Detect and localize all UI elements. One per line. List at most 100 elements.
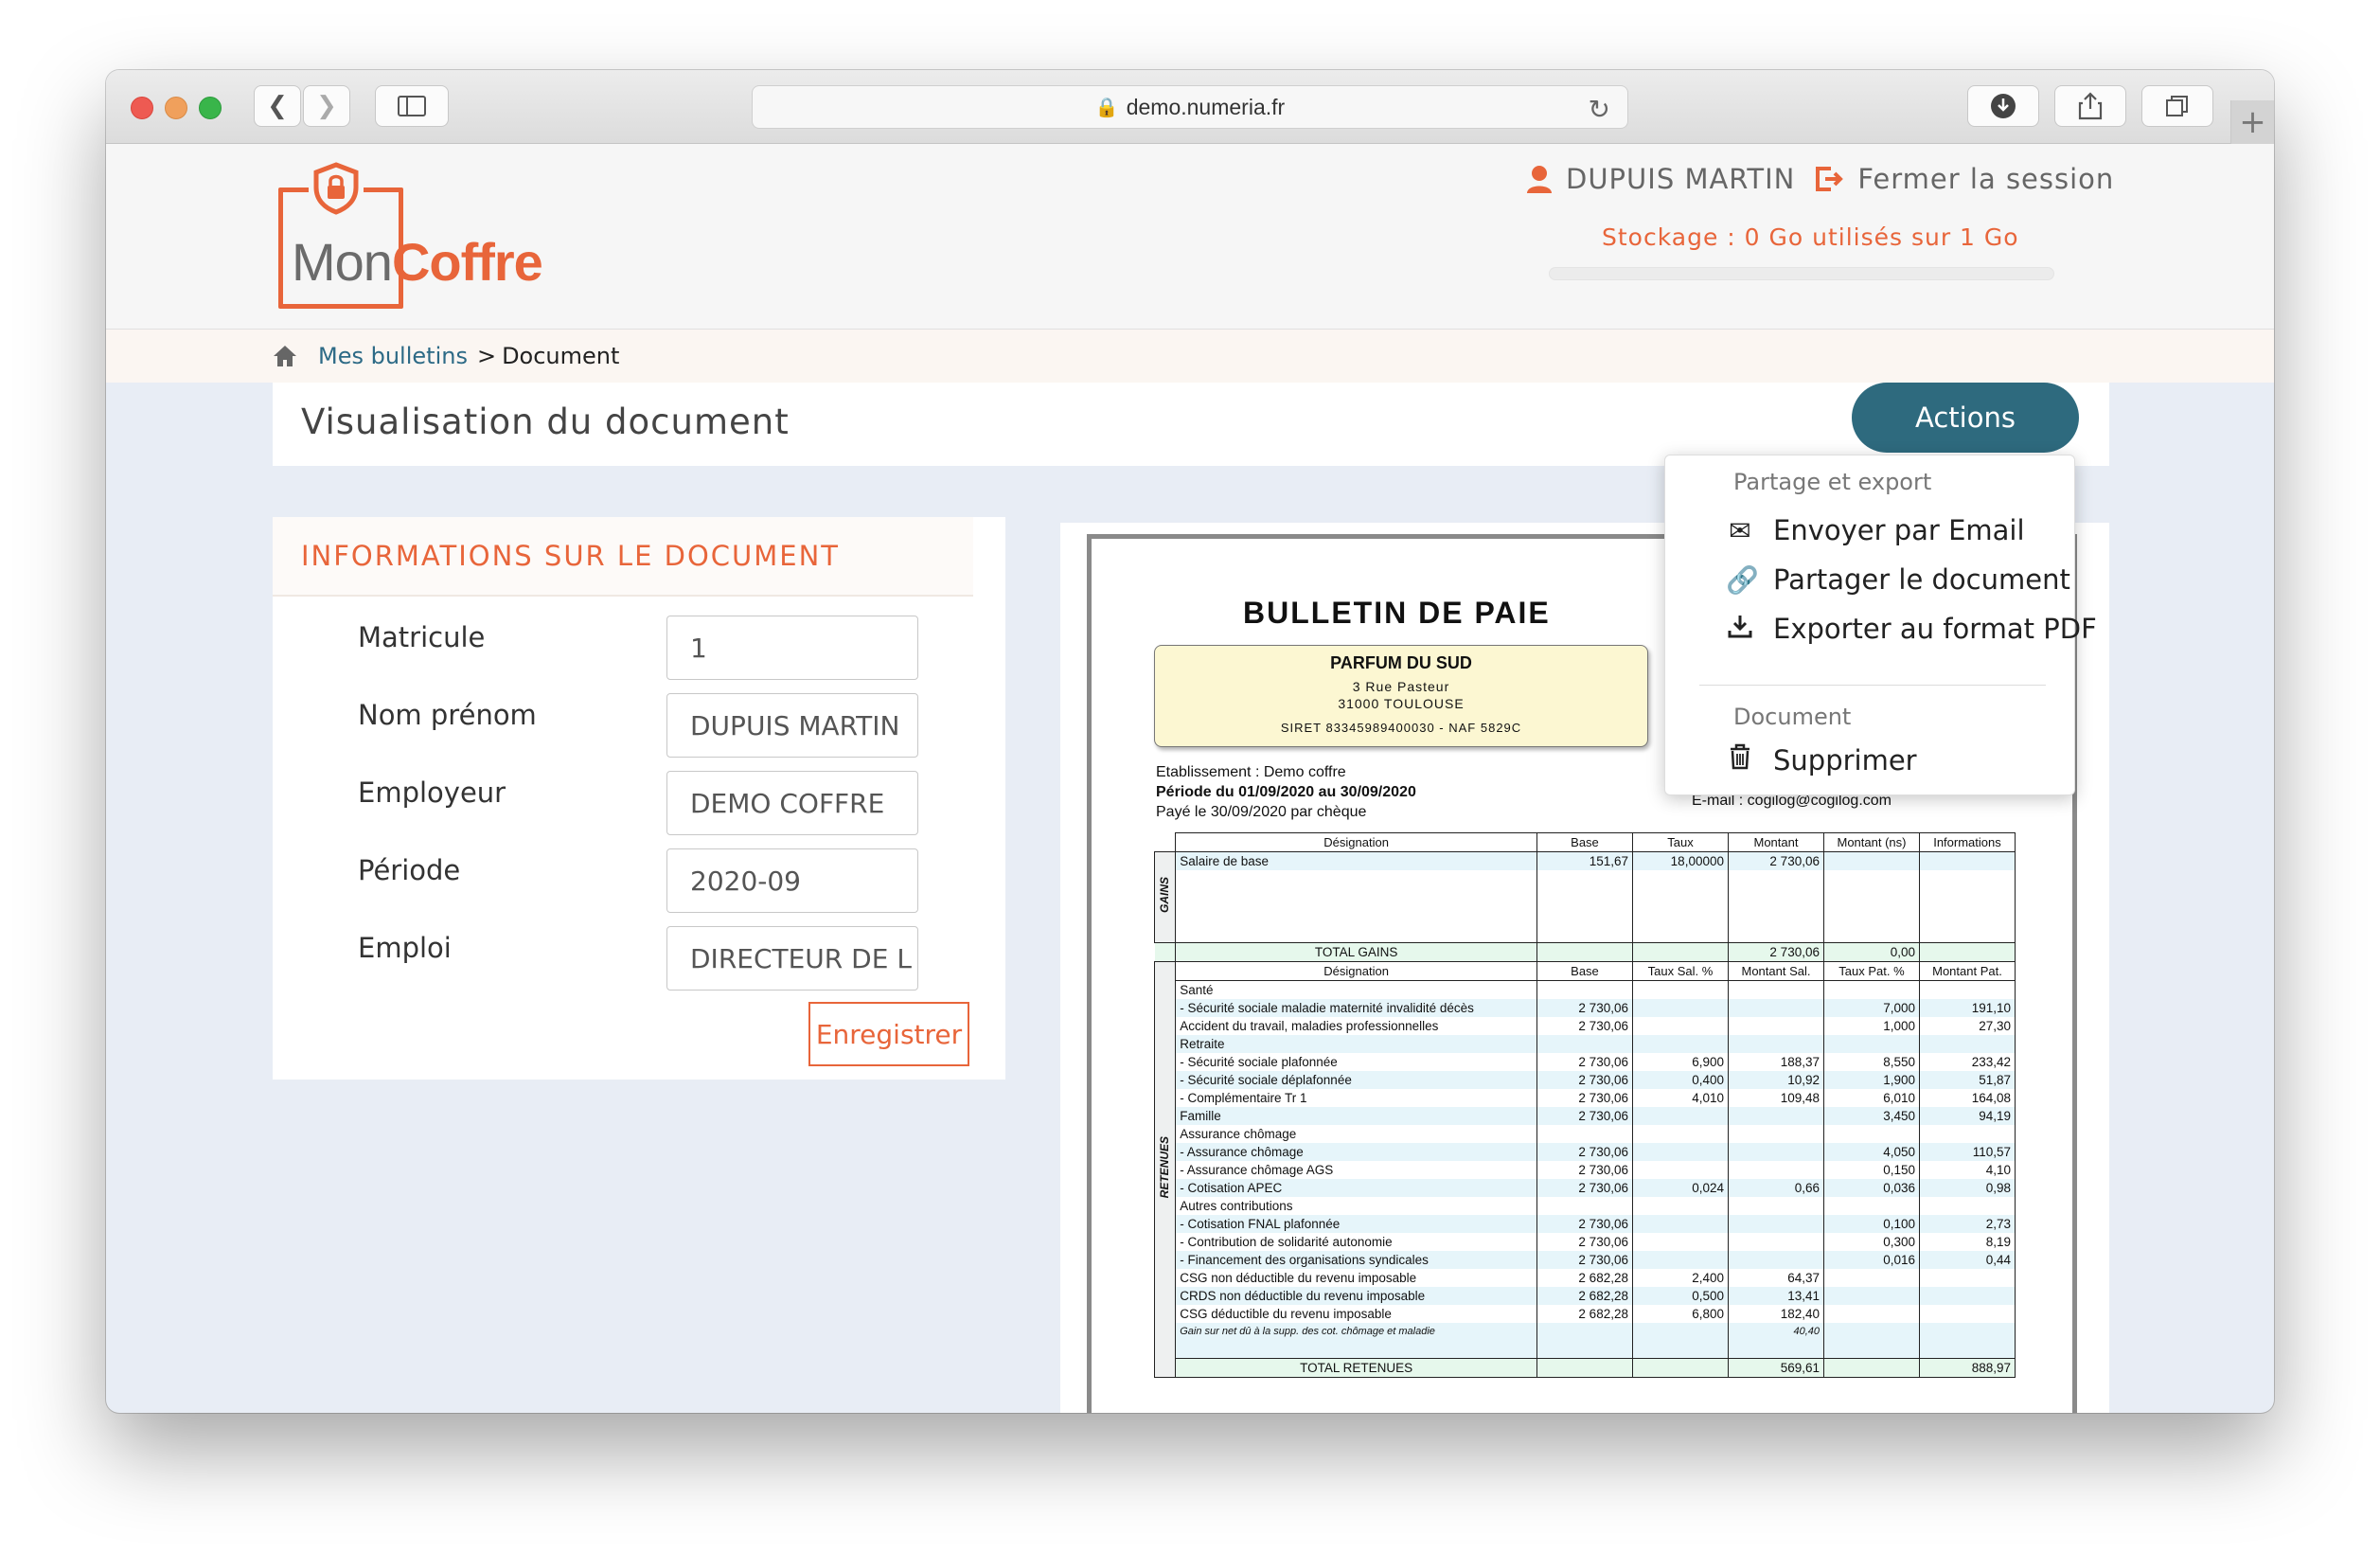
share-button[interactable] [2054, 85, 2126, 127]
info-panel-heading: INFORMATIONS SUR LE DOCUMENT [301, 540, 841, 572]
table-cell [1918, 906, 2016, 924]
table-row [1155, 906, 2016, 924]
table-cell [1536, 924, 1633, 942]
table-cell [1727, 980, 1824, 999]
table-cell [1536, 1340, 1633, 1359]
field-label: Employeur [358, 776, 506, 809]
table-cell [1536, 870, 1633, 888]
table-cell [1727, 888, 1824, 906]
table-cell: Base [1536, 960, 1633, 981]
forward-button[interactable]: ❯ [303, 85, 350, 127]
table-cell: 6,900 [1631, 1052, 1729, 1071]
close-window-button[interactable] [131, 97, 153, 119]
table-cell [1918, 941, 2016, 962]
table-cell: Retraite [1175, 1034, 1537, 1053]
tabs-overview-button[interactable] [2141, 85, 2213, 127]
table-cell: TOTAL RETENUES [1175, 1358, 1537, 1378]
menu-item-export-pdf[interactable]: Exporter au format PDF [1726, 613, 2097, 645]
table-cell [1631, 1250, 1729, 1269]
reload-icon[interactable]: ↻ [1589, 94, 1610, 125]
table-cell: 0,016 [1822, 1250, 1920, 1269]
table-cell [1918, 1034, 2016, 1053]
menu-item-delete[interactable]: Supprimer [1726, 743, 1917, 776]
table-cell [1918, 1196, 2016, 1215]
table-cell [1631, 1358, 1729, 1378]
table-cell: CSG non déductible du revenu imposable [1175, 1268, 1537, 1287]
table-cell [1918, 1304, 2016, 1323]
new-tab-button[interactable]: + [2230, 100, 2274, 144]
nom-prenom-input[interactable]: DUPUIS MARTIN [666, 693, 918, 758]
trash-icon [1726, 743, 1754, 776]
table-row: - Contribution de solidarité autonomie 2 … [1155, 1232, 2016, 1251]
table-cell [1918, 1340, 2016, 1359]
table-cell [1631, 906, 1729, 924]
field-label: Matricule [358, 621, 486, 653]
table-cell: Autres contributions [1175, 1196, 1537, 1215]
table-cell [1822, 851, 1920, 870]
table-cell: 27,30 [1918, 1016, 2016, 1035]
user-area: DUPUIS MARTIN Fermer la session [1526, 163, 2114, 195]
employer-address-2: 31000 TOULOUSE [1338, 696, 1465, 711]
table-cell [1631, 1340, 1729, 1359]
table-cell: 569,61 [1727, 1358, 1824, 1378]
table-cell [1822, 980, 1920, 999]
menu-item-share-document[interactable]: 🔗 Partager le document [1726, 563, 2070, 596]
envelope-icon: ✉ [1729, 514, 1751, 546]
browser-window: ❮ ❯ 🔒 demo.numeria.fr ↻ + MonCoffre DUPU… [106, 70, 2274, 1413]
table-row: Assurance chômage [1155, 1124, 2016, 1143]
payslip-title: BULLETIN DE PAIE [1243, 596, 1551, 630]
table-cell: 0,024 [1631, 1178, 1729, 1197]
table-cell: 2 730,06 [1536, 1214, 1633, 1233]
table-row: - Sécurité sociale déplafonnée 2 730,06 0,… [1155, 1070, 2016, 1089]
table-cell [1631, 1124, 1729, 1143]
employeur-input[interactable]: DEMO COFFRE [666, 771, 918, 835]
save-button[interactable]: Enregistrer [808, 1002, 969, 1066]
periode-input[interactable]: 2020-09 [666, 848, 918, 913]
matricule-input[interactable]: 1 [666, 616, 918, 680]
user-name[interactable]: DUPUIS MARTIN [1566, 163, 1795, 195]
table-cell: 2 730,06 [1536, 1070, 1633, 1089]
table-cell: Santé [1175, 980, 1537, 999]
table-cell: 1,000 [1822, 1016, 1920, 1035]
employer-siret: SIRET 83345989400030 - NAF 5829C [1280, 721, 1522, 735]
chevron-right-icon: ❯ [316, 92, 337, 120]
table-cell [1536, 941, 1633, 962]
section-label-text: RETENUES [1158, 1135, 1172, 1198]
table-cell: Taux [1631, 832, 1729, 852]
sidebar-toggle-button[interactable] [375, 85, 449, 127]
table-cell: 0,300 [1822, 1232, 1920, 1251]
home-icon[interactable] [273, 345, 297, 367]
table-cell [1918, 1268, 2016, 1287]
logo[interactable]: MonCoffre [292, 231, 543, 293]
actions-button[interactable]: Actions [1852, 383, 2079, 453]
storage-progress-bar [1549, 267, 2054, 280]
downloads-button[interactable] [1967, 85, 2039, 127]
table-cell: 94,19 [1918, 1106, 2016, 1125]
table-cell: 0,98 [1918, 1178, 2016, 1197]
minimize-window-button[interactable] [165, 97, 187, 119]
table-cell: Montant [1727, 832, 1824, 852]
table-row: Autres contributions [1155, 1196, 2016, 1215]
breadcrumb-mes-bulletins[interactable]: Mes bulletins [318, 343, 468, 369]
table-cell [1631, 870, 1729, 888]
table-cell: Assurance chômage [1175, 1124, 1537, 1143]
back-button[interactable]: ❮ [254, 85, 301, 127]
table-cell [1918, 980, 2016, 999]
address-bar[interactable]: 🔒 demo.numeria.fr ↻ [752, 85, 1628, 129]
table-cell [1631, 1196, 1729, 1215]
table-cell [1822, 906, 1920, 924]
table-row: TOTAL RETENUES 569,61 888,97 [1155, 1358, 2016, 1378]
maximize-window-button[interactable] [199, 97, 222, 119]
table-cell: - Assurance chômage [1175, 1142, 1537, 1161]
page-title-bar: Visualisation du document [273, 383, 2109, 466]
table-cell: 0,400 [1631, 1070, 1729, 1089]
table-row: Retraite [1155, 1034, 2016, 1053]
menu-item-send-email[interactable]: ✉ Envoyer par Email [1726, 514, 2024, 546]
logout-link[interactable]: Fermer la session [1857, 163, 2114, 195]
table-cell [1918, 1322, 2016, 1341]
table-cell: Désignation [1175, 832, 1537, 852]
emploi-input[interactable]: DIRECTEUR DE L [666, 926, 918, 991]
plus-icon: + [2239, 103, 2266, 141]
logo-text-coffre: Coffre [391, 232, 543, 292]
table-cell: 0,44 [1918, 1250, 2016, 1269]
